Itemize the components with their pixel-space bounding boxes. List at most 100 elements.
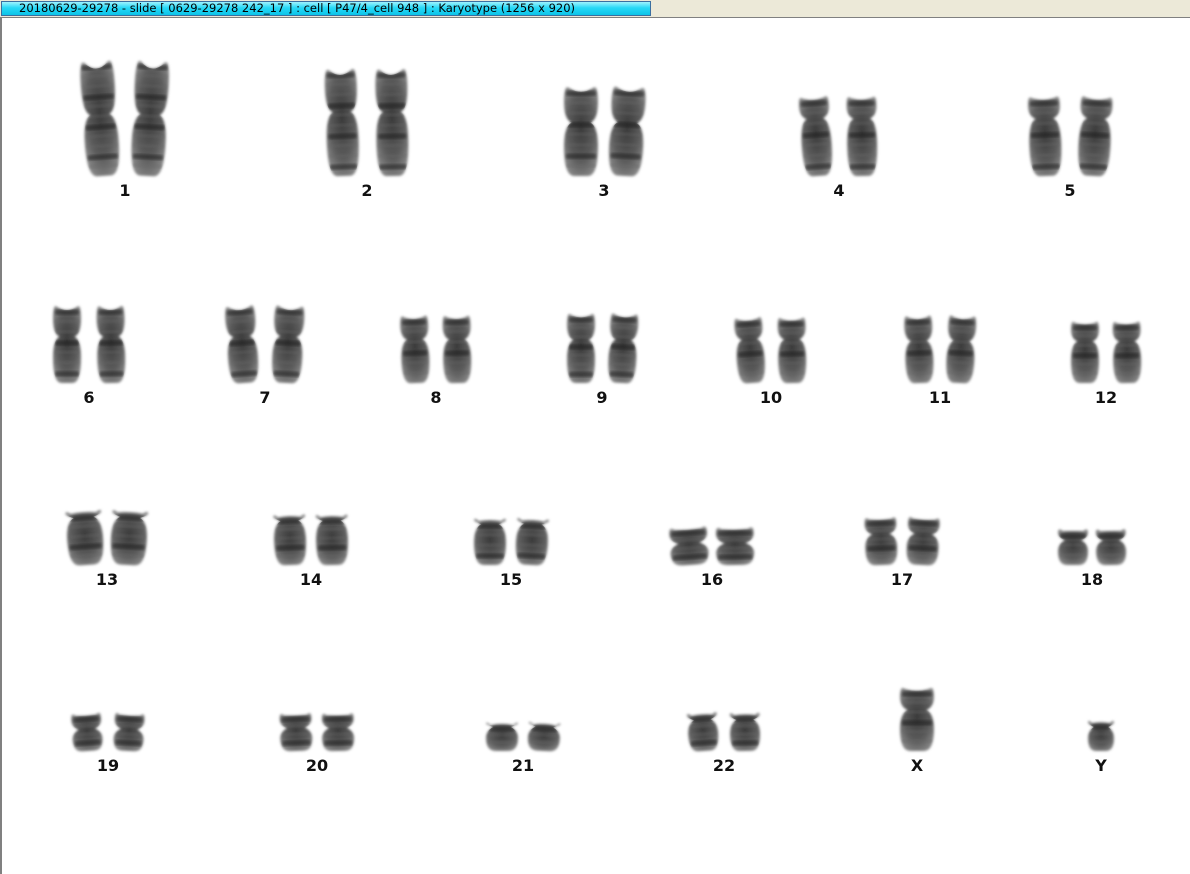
chromosome-pair-X[interactable]: X: [900, 18, 934, 775]
chromosome-pair-3[interactable]: 3: [564, 18, 646, 200]
chromosome-label: 6: [83, 388, 95, 407]
chromosome-pair-Y[interactable]: Y: [1088, 18, 1114, 775]
chromosome-pair-17[interactable]: 17: [864, 18, 940, 589]
chromosome-label: 22: [712, 756, 736, 775]
chromosome-label: 17: [890, 570, 914, 589]
chromosome-pair-9[interactable]: 9: [567, 18, 639, 407]
chromosome-image: [1058, 529, 1088, 565]
chromosome-pair-1[interactable]: 1: [80, 18, 169, 200]
chromosome-label: 10: [759, 388, 783, 407]
chromosome-pair-2[interactable]: 2: [324, 18, 409, 200]
chromosome-pair-15[interactable]: 15: [474, 18, 550, 589]
chromosome-image: [474, 518, 506, 565]
chromosome-label: 4: [833, 181, 845, 200]
chromosome-pair-image: [400, 315, 472, 384]
window-title[interactable]: 20180629-29278 - slide [ 0629-29278 242_…: [1, 1, 651, 16]
chromosome-pair-12[interactable]: 12: [1071, 18, 1142, 407]
chromosome-label: 1: [119, 181, 131, 200]
chromosome-image: [900, 687, 934, 751]
chromosome-pair-14[interactable]: 14: [273, 18, 349, 589]
chromosome-image: [777, 317, 807, 384]
chromosome-label: 14: [299, 570, 323, 589]
chromosome-pair-image: [80, 60, 169, 177]
chromosome-pair-image: [53, 305, 126, 384]
chromosome-image: [113, 713, 145, 752]
chromosome-image: [686, 712, 719, 752]
chromosome-image: [798, 96, 833, 177]
chromosome-label: 8: [430, 388, 442, 407]
chromosome-pair-image: [1027, 96, 1113, 177]
chromosome-image: [80, 60, 120, 177]
chromosome-pair-image: [564, 86, 646, 177]
chromosome-pair-image: [798, 96, 878, 177]
chromosome-image: [279, 713, 313, 752]
chromosome-pair-image: [734, 317, 807, 384]
chromosome-pair-21[interactable]: 21: [486, 18, 561, 775]
chromosome-label: 2: [361, 181, 373, 200]
chromosome-label: 16: [700, 570, 724, 589]
chromosome-pair-5[interactable]: 5: [1027, 18, 1113, 200]
chromosome-pair-7[interactable]: 7: [225, 18, 305, 407]
chromosome-label: 12: [1094, 388, 1118, 407]
chromosome-label: 15: [499, 570, 523, 589]
chromosome-image: [564, 87, 598, 176]
chromosome-image: [324, 68, 359, 177]
chromosome-label: 9: [596, 388, 608, 407]
chromosome-pair-20[interactable]: 20: [279, 18, 355, 775]
chromosome-label: 7: [259, 388, 271, 407]
chromosome-pair-image: [324, 68, 409, 177]
chromosome-label: 20: [305, 756, 329, 775]
chromosome-pair-10[interactable]: 10: [734, 18, 807, 407]
chromosome-pair-11[interactable]: 11: [904, 18, 977, 407]
chromosome-image: [515, 518, 550, 566]
chromosome-image: [272, 305, 305, 384]
chromosome-image: [71, 712, 103, 752]
chromosome-image: [65, 509, 104, 566]
chromosome-image: [96, 305, 126, 384]
chromosome-image: [131, 60, 169, 177]
chromosome-image: [110, 510, 149, 566]
chromosome-pair-22[interactable]: 22: [686, 18, 761, 775]
chromosome-image: [486, 722, 518, 751]
chromosome-image: [1095, 529, 1127, 566]
chromosome-image: [1071, 321, 1099, 383]
chromosome-image: [1027, 96, 1062, 177]
chromosome-image: [608, 86, 646, 177]
chromosome-pair-8[interactable]: 8: [400, 18, 472, 407]
chromosome-image: [1088, 720, 1114, 751]
chromosome-pair-image: [225, 305, 305, 384]
chromosome-pair-4[interactable]: 4: [798, 18, 878, 200]
chromosome-image: [669, 526, 709, 566]
karyotype-canvas: 1 2 3 4 5 6 7 8 9 10 11 12 13 14 15 16 1…: [0, 18, 1190, 874]
chromosome-image: [315, 514, 349, 566]
chromosome-label: 18: [1080, 570, 1104, 589]
chromosome-image: [273, 514, 307, 566]
chromosome-label: Y: [1095, 756, 1107, 775]
chromosome-image: [225, 305, 259, 384]
chromosome-image: [321, 713, 355, 752]
chromosome-image: [608, 313, 639, 384]
chromosome-image: [567, 314, 595, 383]
chromosome-image: [715, 527, 755, 566]
chromosome-pair-16[interactable]: 16: [669, 18, 755, 589]
chromosome-image: [906, 517, 940, 566]
chromosome-pair-18[interactable]: 18: [1058, 18, 1127, 589]
chromosome-image: [442, 315, 472, 384]
chromosome-pair-19[interactable]: 19: [71, 18, 145, 775]
chromosome-pair-image: [904, 315, 977, 384]
chromosome-pair-image: [567, 313, 639, 384]
titlebar-strip: 20180629-29278 - slide [ 0629-29278 242_…: [0, 0, 1190, 18]
chromosome-label: 19: [96, 756, 120, 775]
chromosome-pair-6[interactable]: 6: [53, 18, 126, 407]
chromosome-image: [1112, 321, 1142, 384]
chromosome-image: [400, 315, 430, 384]
chromosome-label: X: [910, 756, 924, 775]
chromosome-image: [527, 721, 561, 752]
chromosome-label: 11: [928, 388, 952, 407]
chromosome-image: [734, 317, 765, 384]
chromosome-image: [846, 96, 878, 177]
karyotype-window: 20180629-29278 - slide [ 0629-29278 242_…: [0, 0, 1190, 874]
chromosome-label: 3: [598, 181, 610, 200]
chromosome-label: 21: [511, 756, 535, 775]
chromosome-image: [864, 517, 898, 566]
